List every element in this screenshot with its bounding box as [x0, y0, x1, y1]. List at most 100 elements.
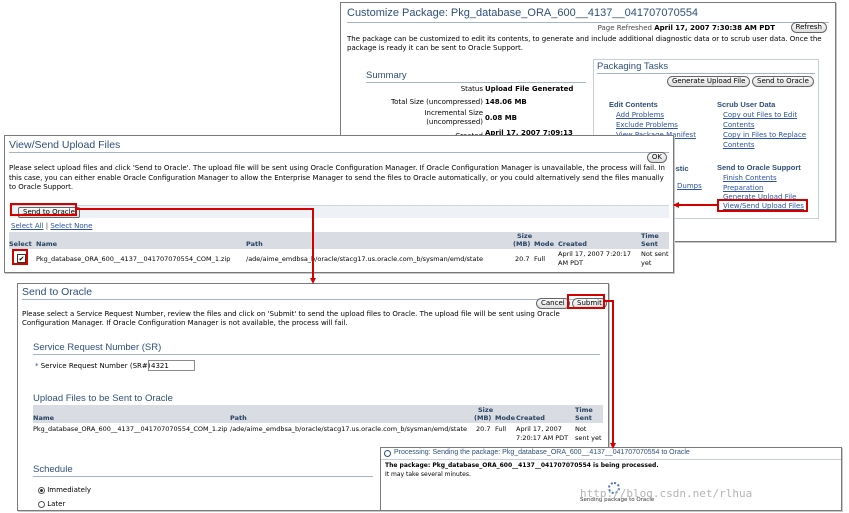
- highlight-view-send-link: [717, 199, 808, 212]
- send-button-bar: [9, 205, 669, 218]
- tasks-divider: [597, 73, 815, 74]
- send-file-row: Pkg_database_ORA_600__4137__041707070554…: [33, 425, 603, 445]
- send-col-size[interactable]: Size: [478, 406, 493, 414]
- send-col-mode[interactable]: Mode: [495, 414, 515, 422]
- send-row-created-2: 7:20:17 AM PDT: [516, 434, 569, 442]
- col-time[interactable]: Time: [641, 232, 659, 240]
- col-created[interactable]: Created: [558, 240, 587, 248]
- summary-total-label: Total Size (uncompressed): [391, 98, 483, 106]
- processing-panel: Processing: Sending the package: Pkg_dat…: [380, 447, 842, 511]
- later-label: Later: [47, 500, 66, 508]
- select-none-link[interactable]: Select None: [50, 222, 92, 230]
- send-row-name: Pkg_database_ORA_600__4137__041707070554…: [33, 425, 228, 433]
- edit-contents-heading: Edit Contents: [609, 100, 658, 109]
- send-row-created-1: April 17, 2007: [516, 425, 562, 433]
- summary-divider: [366, 82, 586, 83]
- page-refreshed-value: April 17, 2007 7:30:38 AM PDT: [654, 24, 775, 32]
- summary-total-value: 148.06 MB: [485, 98, 527, 106]
- sr-heading: Service Request Number (SR): [33, 342, 162, 353]
- row-path: /ade/aime_emdbsa_b/oracle/stacg17.us.ora…: [246, 255, 483, 263]
- send-to-oracle-support-heading: Send to Oracle Support: [717, 163, 801, 172]
- partial-dumps-link[interactable]: Dumps: [677, 182, 702, 190]
- processing-line-2: It may take several minutes.: [385, 471, 471, 478]
- schedule-heading: Schedule: [33, 464, 73, 475]
- row-created-1: April 17, 2007 7:20:17: [558, 250, 631, 258]
- send-row-sent-1: Not: [575, 425, 587, 433]
- summary-heading: Summary: [366, 70, 407, 81]
- sr-required-marker: *: [35, 362, 39, 370]
- upload-file-row: ✔ Pkg_database_ORA_600__4137__0417070705…: [9, 250, 669, 270]
- send-to-oracle-title: Send to Oracle: [22, 286, 93, 298]
- refresh-button[interactable]: Refresh: [790, 22, 827, 33]
- processing-title: Processing: Sending the package: Pkg_dat…: [394, 449, 690, 456]
- ok-button[interactable]: OK: [646, 152, 667, 163]
- sr-number-input[interactable]: 4321: [148, 360, 195, 371]
- highlight-send-to-oracle-button: [10, 203, 77, 216]
- view-send-description: Please select upload files and click 'Se…: [9, 164, 665, 191]
- send-row-size: 20.7: [476, 425, 491, 433]
- view-send-upload-files-panel: View/Send Upload Files OK Please select …: [4, 135, 674, 273]
- select-links: Select All | Select None: [11, 222, 92, 230]
- send-to-oracle-description: Please select a Service Request Number, …: [22, 310, 560, 327]
- sr-divider: [33, 354, 600, 355]
- summary-status-label: Status: [460, 85, 483, 93]
- select-all-link[interactable]: Select All: [11, 222, 44, 230]
- title-divider: [347, 22, 829, 23]
- send-col-time[interactable]: Time: [575, 406, 593, 414]
- send-to-oracle-top-button[interactable]: Send to Oracle: [752, 76, 814, 87]
- upload-files-heading: Upload Files to be Sent to Oracle: [33, 393, 173, 404]
- col-name[interactable]: Name: [36, 240, 57, 248]
- copy-out-files-link-2[interactable]: Contents: [723, 121, 755, 129]
- select-separator: |: [45, 222, 49, 230]
- customize-intro: The package can be customized to edit it…: [347, 35, 822, 52]
- processing-line-1: The package: Pkg_database_ORA_600__4137_…: [385, 462, 659, 469]
- customize-package-title: Customize Package: Pkg_database_ORA_600_…: [347, 7, 699, 19]
- row-name: Pkg_database_ORA_600__4137__041707070554…: [36, 255, 231, 263]
- sr-label: Service Request Number (SR#): [40, 362, 151, 370]
- summary-incr-value: 0.08 MB: [485, 114, 518, 122]
- preparation-link[interactable]: Preparation: [723, 184, 763, 192]
- view-send-divider: [9, 152, 669, 153]
- sr-field-row: * Service Request Number (SR#): [35, 362, 150, 370]
- finish-contents-link[interactable]: Finish Contents: [723, 174, 777, 182]
- col-select[interactable]: Select: [9, 240, 32, 248]
- later-radio[interactable]: [38, 500, 45, 508]
- col-time-sent: Sent: [641, 240, 658, 248]
- row-created-2: AM PDT: [558, 259, 584, 267]
- row-mode: Full: [534, 255, 546, 263]
- schedule-divider: [33, 476, 373, 477]
- send-col-created[interactable]: Created: [516, 414, 545, 422]
- cancel-button[interactable]: Cancel: [536, 298, 570, 309]
- send-row-sent-2: sent yet: [575, 434, 602, 442]
- upload-files-table-header: Select Name Path Size (MB) Mode Created …: [9, 232, 669, 249]
- col-path[interactable]: Path: [246, 240, 263, 248]
- send-row-path: /ade/aime_emdbsa_b/oracle/stacg17.us.ora…: [230, 425, 467, 433]
- highlight-submit-button: [567, 294, 605, 309]
- page-refreshed: Page Refreshed April 17, 2007 7:30:38 AM…: [598, 24, 775, 32]
- highlight-checkbox: [12, 249, 28, 265]
- send-row-mode: Full: [495, 425, 507, 433]
- send-to-oracle-divider: [22, 299, 604, 300]
- col-size-units: (MB): [513, 240, 531, 248]
- processing-icon: [384, 450, 391, 457]
- copy-out-files-link[interactable]: Copy out Files to Edit: [723, 111, 797, 119]
- row-sent-1: Not sent: [641, 250, 669, 258]
- row-sent-2: yet: [641, 259, 652, 267]
- schedule-immediately-option[interactable]: Immediately: [38, 486, 91, 494]
- add-problems-link[interactable]: Add Problems: [616, 111, 664, 119]
- row-size: 20.7: [515, 255, 530, 263]
- exclude-problems-link[interactable]: Exclude Problems: [616, 121, 678, 129]
- copy-in-files-link[interactable]: Copy in Files to Replace: [723, 131, 806, 139]
- summary-incr-label2: (uncompressed): [426, 118, 483, 126]
- immediately-radio[interactable]: [38, 486, 45, 494]
- col-mode[interactable]: Mode: [534, 240, 554, 248]
- send-col-path[interactable]: Path: [230, 414, 247, 422]
- schedule-later-option[interactable]: Later: [38, 500, 65, 508]
- packaging-tasks-heading: Packaging Tasks: [597, 61, 669, 72]
- copy-in-files-link-2[interactable]: Contents: [723, 141, 755, 149]
- generate-upload-file-button[interactable]: Generate Upload File: [667, 76, 751, 87]
- col-size[interactable]: Size: [517, 232, 532, 240]
- send-col-name[interactable]: Name: [33, 414, 54, 422]
- send-col-size-units: (MB): [474, 414, 492, 422]
- send-table-header: Name Path Size (MB) Mode Created Time Se…: [33, 405, 603, 423]
